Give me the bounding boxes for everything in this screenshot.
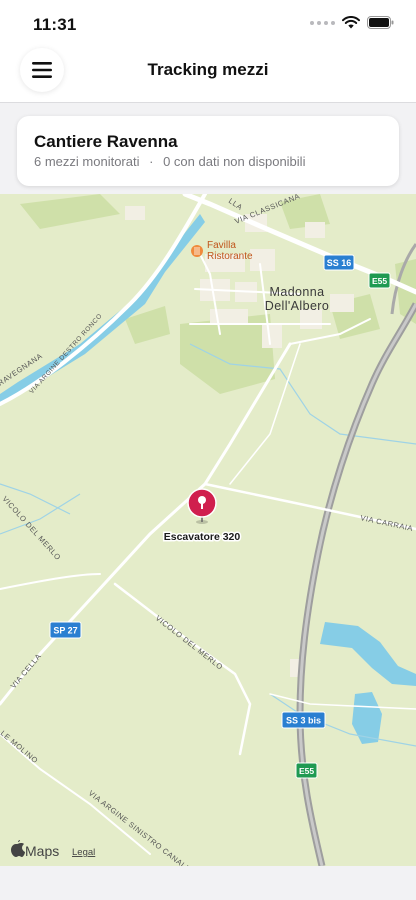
legal-link[interactable]: Legal — [72, 847, 95, 858]
site-summary: 6 mezzi monitorati · 0 con dati non disp… — [34, 154, 305, 169]
battery-icon — [367, 16, 394, 29]
shield-ss3bis: SS 3 bis — [281, 711, 326, 729]
signal-dots-icon — [310, 20, 335, 25]
map-view[interactable]: LLA VIA CLASSICANA RAVEGNANA VIA ARGINE … — [0, 194, 416, 866]
page-title: Tracking mezzi — [147, 60, 269, 79]
status-time: 11:31 — [33, 15, 77, 34]
unavailable-count: 0 con dati non disponibili — [163, 154, 306, 169]
summary-separator: · — [149, 154, 154, 169]
poi-name-line1: Favilla — [207, 240, 236, 251]
town-label-line1: Madonna — [270, 285, 325, 299]
shield-ss16: SS 16 — [323, 254, 355, 271]
svg-text:E55: E55 — [372, 276, 387, 286]
nav-bar: Tracking mezzi — [0, 40, 416, 103]
map-canvas[interactable]: LLA VIA CLASSICANA RAVEGNANA VIA ARGINE … — [0, 194, 416, 866]
status-icons — [310, 16, 394, 29]
site-title: Cantiere Ravenna — [34, 132, 178, 151]
svg-text:SS 3 bis: SS 3 bis — [286, 716, 321, 726]
shield-sp27: SP 27 — [49, 621, 82, 639]
wifi-icon — [342, 16, 360, 29]
svg-text:SS 16: SS 16 — [327, 258, 352, 268]
town-label-line2: Dell'Albero — [265, 299, 329, 313]
monitored-count: 6 mezzi monitorati — [34, 154, 140, 169]
maps-brand: Maps — [25, 843, 59, 859]
bottom-bar — [0, 866, 416, 900]
svg-text:SP 27: SP 27 — [53, 626, 77, 636]
site-card[interactable]: Cantiere Ravenna 6 mezzi monitorati · 0 … — [17, 116, 399, 186]
shield-e55-top: E55 — [368, 272, 391, 289]
poi-name-line2: Ristorante — [207, 251, 253, 262]
shield-e55-bottom: E55 — [295, 762, 318, 779]
vehicle-label: Escavatore 320 — [164, 531, 241, 543]
svg-text:E55: E55 — [299, 766, 314, 776]
